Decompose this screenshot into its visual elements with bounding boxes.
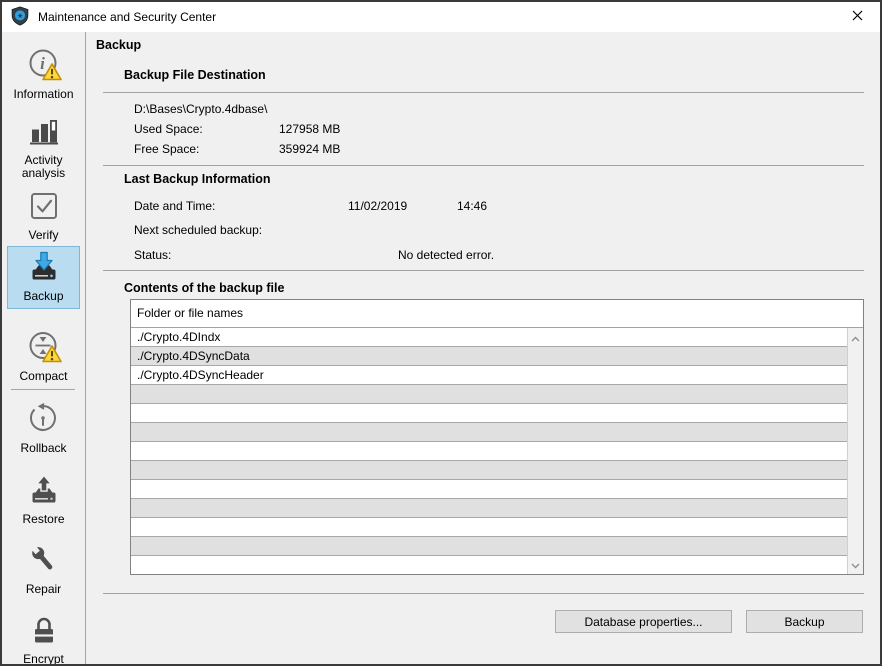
compact-warning-icon (8, 330, 79, 368)
sidebar-item-label: Rollback (8, 440, 79, 455)
used-space-value: 127958 MB (279, 122, 340, 136)
window-title: Maintenance and Security Center (38, 10, 216, 24)
sidebar-item-label: Restore (8, 511, 79, 526)
sidebar-item-information[interactable]: i Information (7, 44, 80, 107)
sidebar-item-compact[interactable]: Compact (7, 326, 80, 389)
svg-text:★: ★ (17, 11, 23, 19)
empty-row[interactable] (131, 442, 847, 461)
backup-contents-list-body: ./Crypto.4DIndx./Crypto.4DSyncData./Cryp… (131, 328, 847, 574)
backup-drive-icon (8, 250, 79, 288)
empty-row[interactable] (131, 461, 847, 480)
sidebar-item-label: Repair (8, 581, 79, 596)
bar-chart-icon (8, 114, 79, 152)
rollback-clock-icon (8, 402, 79, 440)
sidebar-item-verify[interactable]: Verify (7, 185, 80, 248)
last-backup-heading: Last Backup Information (124, 172, 271, 186)
empty-row[interactable] (131, 499, 847, 518)
sidebar-item-encrypt[interactable]: Encrypt (7, 609, 80, 666)
close-icon (852, 10, 863, 24)
next-backup-label: Next scheduled backup: (134, 223, 262, 237)
empty-row[interactable] (131, 537, 847, 556)
backup-button[interactable]: Backup (746, 610, 863, 633)
vertical-scrollbar[interactable] (847, 328, 863, 574)
chevron-down-icon (851, 558, 860, 572)
page-title: Backup (96, 38, 141, 52)
empty-row[interactable] (131, 423, 847, 442)
divider (103, 270, 864, 271)
scroll-up-button[interactable] (848, 330, 863, 345)
divider (103, 92, 864, 93)
divider (103, 593, 864, 594)
sidebar-item-label: Backup (8, 288, 79, 303)
padlock-icon (8, 613, 79, 651)
empty-row[interactable] (131, 556, 847, 574)
sidebar-item-restore[interactable]: Restore (7, 469, 80, 532)
close-button[interactable] (835, 2, 880, 32)
sidebar-separator (11, 389, 75, 390)
sidebar-item-label: Information (8, 86, 79, 101)
sidebar-item-activity-analysis[interactable]: Activity analysis (7, 110, 80, 186)
sidebar-item-label: Activity analysis (8, 152, 79, 180)
date-value: 11/02/2019 (348, 199, 407, 213)
empty-row[interactable] (131, 404, 847, 423)
sidebar-item-repair[interactable]: Repair (7, 539, 80, 602)
empty-row[interactable] (131, 385, 847, 404)
backup-contents-list: Folder or file names ./Crypto.4DIndx./Cr… (130, 299, 864, 575)
sidebar-item-label: Compact (8, 368, 79, 383)
status-value: No detected error. (398, 248, 494, 262)
divider (103, 165, 864, 166)
destination-heading: Backup File Destination (124, 68, 266, 82)
used-space-label: Used Space: (134, 122, 203, 136)
contents-heading: Contents of the backup file (124, 281, 284, 295)
wrench-icon (8, 543, 79, 581)
maintenance-security-center-window: ★ Maintenance and Security Center i Infor… (0, 0, 882, 666)
status-label: Status: (134, 248, 171, 262)
info-warning-icon: i (8, 48, 79, 86)
database-properties-button[interactable]: Database properties... (555, 610, 732, 633)
empty-row[interactable] (131, 480, 847, 499)
empty-row[interactable] (131, 518, 847, 537)
titlebar: ★ Maintenance and Security Center (2, 2, 880, 32)
free-space-value: 359924 MB (279, 142, 340, 156)
shield-icon: ★ (11, 6, 29, 29)
sidebar: i Information Activity analysis Verify Backu… (2, 32, 86, 664)
column-header-folder-names[interactable]: Folder or file names (131, 300, 863, 328)
free-space-label: Free Space: (134, 142, 199, 156)
destination-path: D:\Bases\Crypto.4dbase\ (134, 102, 267, 116)
sidebar-item-rollback[interactable]: Rollback (7, 398, 80, 461)
backup-file-row[interactable]: ./Crypto.4DSyncData (131, 347, 847, 366)
scroll-down-button[interactable] (848, 557, 863, 572)
time-value: 14:46 (457, 199, 487, 213)
sidebar-item-label: Verify (8, 227, 79, 242)
datetime-label: Date and Time: (134, 199, 215, 213)
sidebar-item-backup[interactable]: Backup (7, 246, 80, 309)
restore-drive-icon (8, 473, 79, 511)
backup-panel: Backup Backup File Destination D:\Bases\… (86, 32, 880, 664)
checkmark-icon (8, 189, 79, 227)
chevron-up-icon (851, 331, 860, 345)
backup-file-row[interactable]: ./Crypto.4DIndx (131, 328, 847, 347)
sidebar-item-label: Encrypt (8, 651, 79, 666)
window-body: i Information Activity analysis Verify Backu… (2, 32, 880, 664)
backup-file-row[interactable]: ./Crypto.4DSyncHeader (131, 366, 847, 385)
svg-text:i: i (40, 54, 45, 73)
